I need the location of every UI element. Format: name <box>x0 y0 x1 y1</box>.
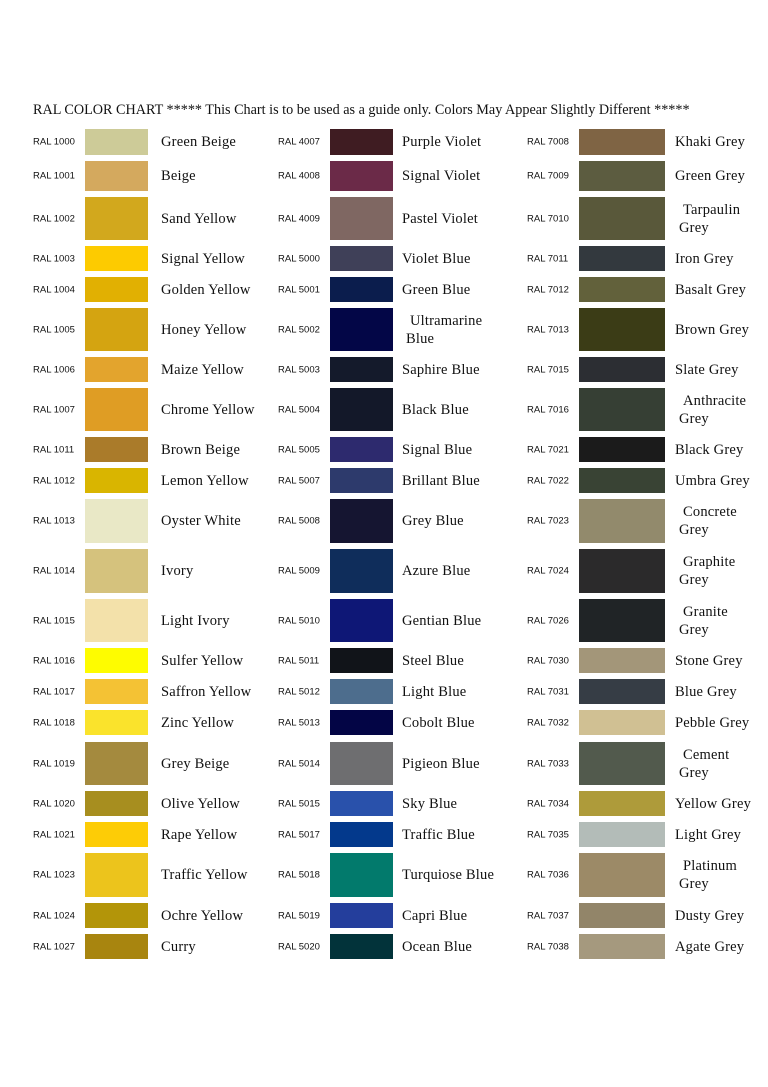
color-entry: RAL 7030 Stone Grey <box>0 648 768 673</box>
color-swatch <box>579 679 665 704</box>
ral-code: RAL 7030 <box>527 655 569 666</box>
color-swatch <box>579 853 665 897</box>
color-entry: RAL 7035 Light Grey <box>0 822 768 847</box>
color-swatch <box>579 549 665 593</box>
color-name: Slate Grey <box>675 361 739 378</box>
ral-code: RAL 7013 <box>527 324 569 335</box>
color-entry: RAL 7011 Iron Grey <box>0 246 768 271</box>
color-name: Brown Grey <box>675 321 750 338</box>
color-entry: RAL 7037 Dusty Grey <box>0 903 768 928</box>
color-name: Concrete Grey <box>679 504 737 538</box>
ral-code: RAL 7008 <box>527 136 569 148</box>
color-name: Dusty Grey <box>675 907 745 924</box>
color-swatch <box>579 129 665 155</box>
ral-code: RAL 7011 <box>527 253 569 264</box>
color-name: Blue Grey <box>675 683 737 700</box>
ral-code: RAL 7016 <box>527 404 569 415</box>
ral-code: RAL 7037 <box>527 910 569 921</box>
ral-code: RAL 7010 <box>527 213 569 224</box>
color-swatch <box>579 599 665 642</box>
ral-code: RAL 7036 <box>527 869 569 881</box>
color-entry: RAL 7009 Green Grey <box>0 161 768 191</box>
color-name: Iron Grey <box>675 250 734 267</box>
ral-code: RAL 7026 <box>527 615 569 626</box>
color-swatch <box>579 499 665 543</box>
color-entry: RAL 7038 Agate Grey <box>0 934 768 959</box>
color-entry: RAL 7024 Graphite Grey <box>0 549 768 593</box>
color-entry: RAL 7034 Yellow Grey <box>0 791 768 816</box>
color-name: Green Grey <box>675 168 746 184</box>
color-name: Khaki Grey <box>675 134 746 150</box>
color-name: Yellow Grey <box>675 795 752 812</box>
ral-code: RAL 7023 <box>527 515 569 527</box>
color-swatch <box>579 277 665 302</box>
color-entry: RAL 7012 Basalt Grey <box>0 277 768 302</box>
color-entry: RAL 7013 Brown Grey <box>0 308 768 351</box>
color-entry: RAL 7010 Tarpaulin Grey <box>0 197 768 240</box>
color-swatch <box>579 822 665 847</box>
chart-title: RAL COLOR CHART ***** This Chart is to b… <box>33 102 690 118</box>
color-swatch <box>579 161 665 191</box>
color-swatch <box>579 308 665 351</box>
color-swatch <box>579 388 665 431</box>
color-entry: RAL 7033 Cement Grey <box>0 742 768 785</box>
ral-code: RAL 7024 <box>527 565 569 577</box>
ral-code: RAL 7035 <box>527 829 569 840</box>
color-swatch <box>579 357 665 382</box>
color-name: Black Grey <box>675 441 744 458</box>
color-name: Stone Grey <box>675 652 743 669</box>
color-entry: RAL 7015 Slate Grey <box>0 357 768 382</box>
ral-code: RAL 7012 <box>527 284 569 295</box>
color-swatch <box>579 246 665 271</box>
color-entry: RAL 7032 Pebble Grey <box>0 710 768 735</box>
color-entry: RAL 7036 Platinum Grey <box>0 853 768 897</box>
color-name: Platinum Grey <box>679 858 737 892</box>
color-swatch <box>579 934 665 959</box>
color-swatch <box>579 791 665 816</box>
color-name: Tarpaulin Grey <box>679 201 741 236</box>
color-entry: RAL 7022 Umbra Grey <box>0 468 768 493</box>
color-swatch <box>579 710 665 735</box>
ral-code: RAL 7032 <box>527 717 569 728</box>
color-swatch <box>579 742 665 785</box>
color-name: Cement Grey <box>679 746 730 781</box>
color-name: Umbra Grey <box>675 472 750 489</box>
color-entry: RAL 7016 Anthracite Grey <box>0 388 768 431</box>
color-name: Anthracite Grey <box>679 392 747 427</box>
color-entry: RAL 7021 Black Grey <box>0 437 768 462</box>
color-name: Agate Grey <box>675 938 745 955</box>
color-swatch <box>579 197 665 240</box>
ral-code: RAL 7022 <box>527 475 569 486</box>
color-entry: RAL 7023 Concrete Grey <box>0 499 768 543</box>
color-entry: RAL 7031 Blue Grey <box>0 679 768 704</box>
color-name: Pebble Grey <box>675 714 750 731</box>
ral-code: RAL 7021 <box>527 444 569 455</box>
color-swatch <box>579 437 665 462</box>
ral-code: RAL 7031 <box>527 686 569 697</box>
color-name: Light Grey <box>675 826 742 843</box>
ral-code: RAL 7033 <box>527 758 569 769</box>
color-swatch <box>579 468 665 493</box>
color-name: Graphite Grey <box>679 554 736 588</box>
color-entry: RAL 7008 Khaki Grey <box>0 129 768 155</box>
ral-code: RAL 7009 <box>527 170 569 182</box>
color-name: Granite Grey <box>679 603 728 638</box>
color-name: Basalt Grey <box>675 281 747 298</box>
ral-code: RAL 7034 <box>527 798 569 809</box>
color-entry: RAL 7026 Granite Grey <box>0 599 768 642</box>
ral-code: RAL 7015 <box>527 364 569 375</box>
color-swatch <box>579 648 665 673</box>
color-swatch <box>579 903 665 928</box>
ral-code: RAL 7038 <box>527 941 569 952</box>
